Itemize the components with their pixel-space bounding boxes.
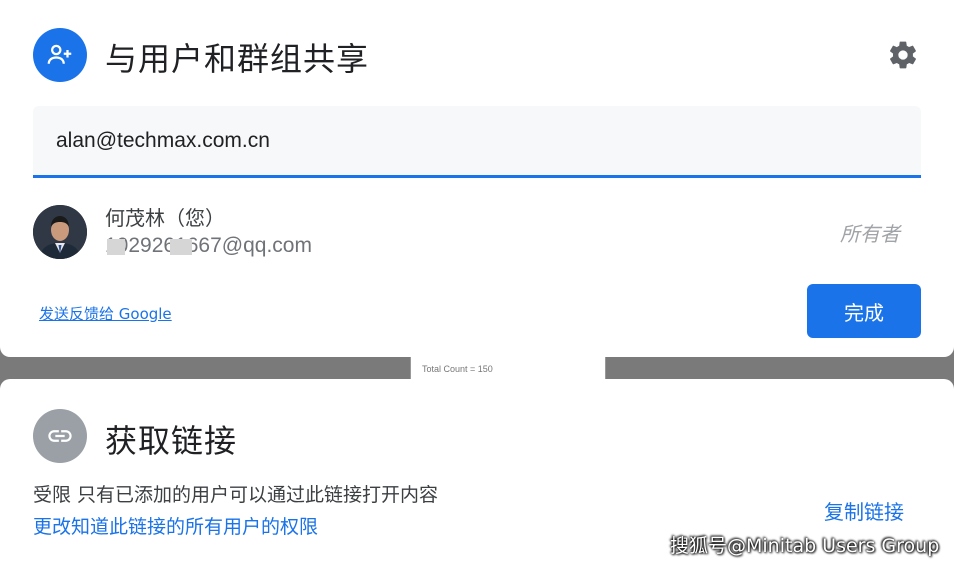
- user-name: 何茂林（您）: [105, 206, 225, 230]
- change-permission-link[interactable]: 更改知道此链接的所有用户的权限: [33, 512, 318, 539]
- restriction-text: 受限 只有已添加的用户可以通过此链接打开内容: [33, 484, 439, 506]
- gear-icon[interactable]: [884, 36, 922, 74]
- email-field[interactable]: [33, 106, 921, 178]
- done-button[interactable]: 完成: [807, 284, 921, 338]
- watermark: 搜狐号@Minitab Users Group: [670, 535, 940, 557]
- email-redaction: [170, 239, 192, 255]
- person-add-icon: [33, 28, 87, 82]
- link-icon: [33, 409, 87, 463]
- feedback-link[interactable]: 发送反馈给 Google: [39, 303, 172, 324]
- background-chart-text: Total Count = 150: [422, 364, 493, 374]
- owner-role-label: 所有者: [840, 222, 900, 246]
- copy-link-button[interactable]: 复制链接: [824, 496, 904, 525]
- email-input[interactable]: [56, 126, 856, 156]
- email-redaction: [107, 239, 125, 255]
- get-link-title: 获取链接: [105, 422, 238, 460]
- avatar: [33, 205, 87, 259]
- share-dialog-title: 与用户和群组共享: [105, 40, 370, 78]
- share-dialog: 与用户和群组共享 何茂林（您） 1029261667@qq.com 所有者 发送…: [0, 0, 954, 357]
- user-email: 1029261667@qq.com: [105, 234, 312, 257]
